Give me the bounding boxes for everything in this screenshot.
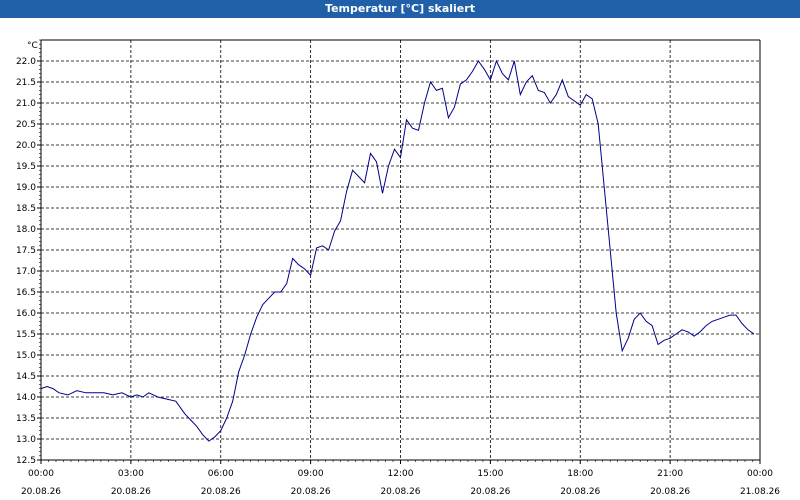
x-tick-time: 09:00 — [298, 469, 324, 479]
x-tick-time: 03:00 — [118, 469, 144, 479]
x-tick-date: 20.08.26 — [21, 487, 61, 497]
y-tick-label: 21.5 — [16, 78, 36, 88]
x-tick-date: 20.08.26 — [650, 487, 690, 497]
x-axis: 00:00 20.08.26 03:00 20.08.26 06:00 20.08.26 0… — [21, 460, 780, 497]
x-tick-time: 00:00 — [747, 469, 773, 479]
x-tick-time: 15:00 — [477, 469, 503, 479]
x-tick-date: 21.08.26 — [740, 487, 780, 497]
chart-window: Temperatur [°C] skaliert 12.5 13.0 13.5 14.… — [0, 0, 800, 500]
y-tick-label: 15.0 — [16, 351, 36, 361]
y-axis-unit: °C — [27, 41, 38, 51]
y-tick-label: 16.0 — [16, 309, 36, 319]
y-tick-label: 17.5 — [16, 246, 36, 256]
chart-area: 12.5 13.0 13.5 14.0 14.5 15.0 15.5 16.0 16.5 17.0… — [0, 18, 800, 500]
x-tick-date: 20.08.26 — [201, 487, 241, 497]
grid-layer — [41, 40, 760, 460]
y-tick-label: 20.0 — [16, 141, 36, 151]
y-tick-label: 22.0 — [16, 57, 36, 67]
x-tick-time: 06:00 — [208, 469, 234, 479]
x-tick-time: 21:00 — [657, 469, 683, 479]
y-tick-label: 12.5 — [16, 456, 36, 466]
y-tick-label: 13.0 — [16, 435, 36, 445]
y-tick-label: 19.5 — [16, 162, 36, 172]
x-tick-date: 20.08.26 — [470, 487, 510, 497]
window-title: Temperatur [°C] skaliert — [0, 0, 800, 18]
x-tick-date: 20.08.26 — [380, 487, 420, 497]
y-tick-label: 14.0 — [16, 393, 36, 403]
y-tick-label: 16.5 — [16, 288, 36, 298]
y-tick-label: 15.5 — [16, 330, 36, 340]
y-tick-label: 17.0 — [16, 267, 36, 277]
x-tick-date: 20.08.26 — [560, 487, 600, 497]
y-tick-label: 19.0 — [16, 183, 36, 193]
x-tick-time: 12:00 — [388, 469, 414, 479]
y-tick-label: 18.5 — [16, 204, 36, 214]
temperature-chart: 12.5 13.0 13.5 14.0 14.5 15.0 15.5 16.0 16.5 17.0… — [16, 39, 780, 497]
y-tick-label: 13.5 — [16, 414, 36, 424]
x-tick-date: 20.08.26 — [111, 487, 151, 497]
series-line — [40, 59, 755, 442]
y-tick-label: 18.0 — [16, 225, 36, 235]
x-tick-time: 00:00 — [28, 469, 54, 479]
x-tick-date: 20.08.26 — [291, 487, 331, 497]
y-tick-label: 14.5 — [16, 372, 36, 382]
y-tick-label: 20.5 — [16, 120, 36, 130]
y-axis: 12.5 13.0 13.5 14.0 14.5 15.0 15.5 16.0 16.5 17.0… — [16, 39, 41, 466]
y-tick-label: 21.0 — [16, 99, 36, 109]
series-layer — [40, 59, 755, 442]
x-tick-time: 18:00 — [567, 469, 593, 479]
